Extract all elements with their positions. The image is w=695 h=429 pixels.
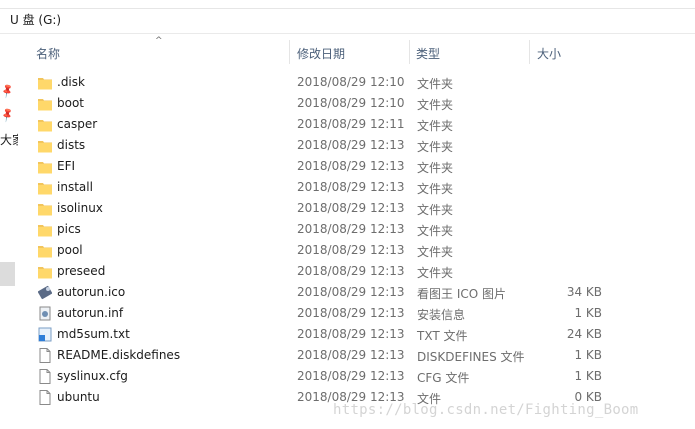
file-name: ubuntu xyxy=(57,390,100,404)
file-date: 2018/08/29 12:13 xyxy=(297,243,405,257)
file-type: 文件夹 xyxy=(417,266,454,280)
file-row[interactable]: boot 2018/08/29 12:10 文件夹 xyxy=(18,93,618,114)
file-size: 1 KB xyxy=(574,348,602,362)
file-date: 2018/08/29 12:13 xyxy=(297,222,405,236)
file-icon xyxy=(38,348,52,363)
file-type: 文件夹 xyxy=(417,224,454,238)
column-header-size[interactable]: 大小 xyxy=(537,45,561,62)
file-type: 文件夹 xyxy=(417,245,454,259)
file-type: 文件夹 xyxy=(417,77,454,91)
file-name: boot xyxy=(57,96,85,110)
folder-icon xyxy=(38,222,52,237)
file-row[interactable]: pics 2018/08/29 12:13 文件夹 xyxy=(18,219,618,240)
file-type: 文件夹 xyxy=(417,140,454,154)
file-name: md5sum.txt xyxy=(57,327,130,341)
file-row[interactable]: casper 2018/08/29 12:11 文件夹 xyxy=(18,114,618,135)
file-row[interactable]: dists 2018/08/29 12:13 文件夹 xyxy=(18,135,618,156)
file-date: 2018/08/29 12:13 xyxy=(297,348,405,362)
file-type: 安装信息 xyxy=(417,308,466,322)
folder-icon xyxy=(38,180,52,195)
folder-icon xyxy=(38,75,52,90)
watermark-text: https://blog.csdn.net/Fighting_Boom xyxy=(333,402,639,418)
file-name: autorun.inf xyxy=(57,306,124,320)
column-separator[interactable] xyxy=(409,40,410,64)
file-type: 文件夹 xyxy=(417,203,454,217)
file-name: README.diskdefines xyxy=(57,348,181,362)
file-icon xyxy=(38,369,52,384)
column-header-date[interactable]: 修改日期 xyxy=(297,45,345,62)
column-header-name[interactable]: 名称 xyxy=(36,45,60,62)
navigation-pane[interactable]: 📌 📌 大家 xyxy=(0,34,18,429)
file-name: pics xyxy=(57,222,81,236)
file-name: dists xyxy=(57,138,86,152)
file-name: install xyxy=(57,180,93,194)
column-separator[interactable] xyxy=(289,40,290,64)
file-date: 2018/08/29 12:13 xyxy=(297,327,405,341)
sort-ascending-icon: ^ xyxy=(155,36,163,46)
file-row[interactable]: syslinux.cfg 2018/08/29 12:13 CFG 文件 1 KB xyxy=(18,366,618,387)
file-date: 2018/08/29 12:13 xyxy=(297,285,405,299)
file-type: TXT 文件 xyxy=(417,329,468,343)
window-top-strip xyxy=(0,0,695,9)
file-row[interactable]: autorun.ico 2018/08/29 12:13 看图王 ICO 图片 34 … xyxy=(18,282,618,303)
image-file-icon xyxy=(37,285,53,300)
file-name: EFI xyxy=(57,159,76,173)
folder-icon xyxy=(38,117,52,132)
file-type: 文件夹 xyxy=(417,182,454,196)
address-divider xyxy=(0,33,695,34)
setup-info-icon xyxy=(38,306,52,321)
file-row[interactable]: md5sum.txt 2018/08/29 12:13 TXT 文件 24 KB xyxy=(18,324,618,345)
file-date: 2018/08/29 12:13 xyxy=(297,138,405,152)
file-row[interactable]: .disk 2018/08/29 12:10 文件夹 xyxy=(18,72,618,93)
file-row[interactable]: EFI 2018/08/29 12:13 文件夹 xyxy=(18,156,618,177)
address-breadcrumb[interactable]: U 盘 (G:) xyxy=(10,11,61,28)
file-type: 文件夹 xyxy=(417,98,454,112)
file-name: syslinux.cfg xyxy=(57,369,128,383)
pin-icon[interactable]: 📌 xyxy=(0,107,16,125)
file-row[interactable]: pool 2018/08/29 12:13 文件夹 xyxy=(18,240,618,261)
folder-icon xyxy=(38,264,52,279)
file-name: autorun.ico xyxy=(57,285,126,299)
file-date: 2018/08/29 12:13 xyxy=(297,180,405,194)
file-name: pool xyxy=(57,243,83,257)
file-type: 文件夹 xyxy=(417,161,454,175)
file-name: isolinux xyxy=(57,201,103,215)
file-type: DISKDEFINES 文件 xyxy=(417,350,525,364)
file-type: CFG 文件 xyxy=(417,371,470,385)
file-size: 24 KB xyxy=(566,327,602,341)
text-file-icon xyxy=(38,327,52,342)
file-icon xyxy=(38,390,52,405)
file-row[interactable]: isolinux 2018/08/29 12:13 文件夹 xyxy=(18,198,618,219)
file-row[interactable]: autorun.inf 2018/08/29 12:13 安装信息 1 KB xyxy=(18,303,618,324)
column-header-type[interactable]: 类型 xyxy=(416,45,440,62)
pin-icon[interactable]: 📌 xyxy=(0,83,16,101)
file-name: .disk xyxy=(57,75,85,89)
folder-icon xyxy=(38,243,52,258)
file-row[interactable]: preseed 2018/08/29 12:13 文件夹 xyxy=(18,261,618,282)
file-name: casper xyxy=(57,117,98,131)
file-row[interactable]: README.diskdefines 2018/08/29 12:13 DISKDE… xyxy=(18,345,618,366)
file-name: preseed xyxy=(57,264,106,278)
file-date: 2018/08/29 12:11 xyxy=(297,117,405,131)
file-row[interactable]: install 2018/08/29 12:13 文件夹 xyxy=(18,177,618,198)
file-date: 2018/08/29 12:10 xyxy=(297,75,405,89)
file-type: 文件夹 xyxy=(417,119,454,133)
file-size: 34 KB xyxy=(566,285,602,299)
file-date: 2018/08/29 12:13 xyxy=(297,306,405,320)
file-type: 看图王 ICO 图片 xyxy=(417,287,506,301)
folder-icon xyxy=(38,96,52,111)
file-date: 2018/08/29 12:10 xyxy=(297,96,405,110)
nav-selected-item[interactable] xyxy=(0,262,15,286)
folder-icon xyxy=(38,159,52,174)
file-date: 2018/08/29 12:13 xyxy=(297,201,405,215)
file-date: 2018/08/29 12:13 xyxy=(297,264,405,278)
file-size: 1 KB xyxy=(574,369,602,383)
file-date: 2018/08/29 12:13 xyxy=(297,159,405,173)
folder-icon xyxy=(38,201,52,216)
file-size: 1 KB xyxy=(574,306,602,320)
file-date: 2018/08/29 12:13 xyxy=(297,369,405,383)
column-separator[interactable] xyxy=(529,40,530,64)
folder-icon xyxy=(38,138,52,153)
nav-item-label[interactable]: 大家 xyxy=(0,131,18,148)
